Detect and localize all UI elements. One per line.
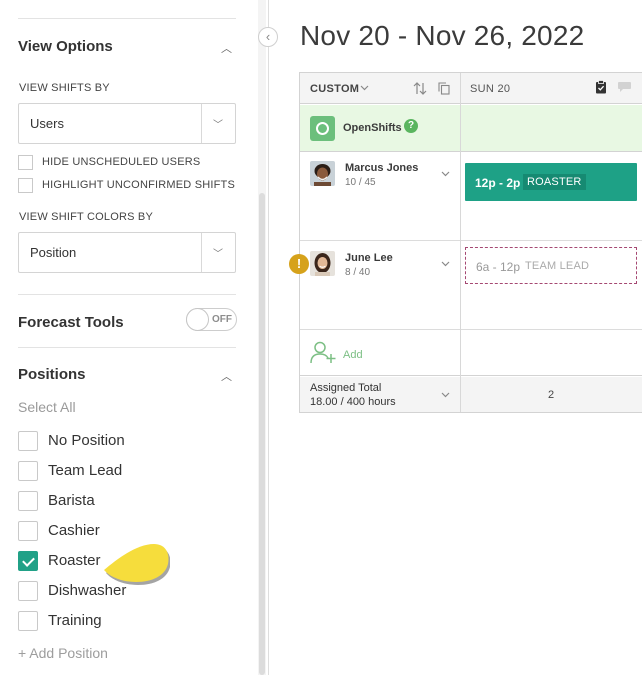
assigned-total-label: Assigned Total bbox=[310, 382, 382, 394]
position-checkbox-checked[interactable] bbox=[18, 551, 38, 571]
position-label: Roaster bbox=[48, 552, 101, 569]
user-hours: 8 / 40 bbox=[345, 267, 371, 278]
toggle-knob bbox=[186, 308, 209, 331]
help-icon[interactable]: ? bbox=[404, 119, 418, 133]
view-options-title: View Options bbox=[18, 38, 113, 55]
add-user-row[interactable]: Add bbox=[300, 330, 642, 376]
chevron-down-icon bbox=[360, 85, 369, 91]
divider bbox=[18, 347, 236, 348]
view-shift-colors-by-label: VIEW SHIFT COLORS BY bbox=[19, 211, 153, 223]
avatar bbox=[310, 251, 335, 276]
select-divider bbox=[201, 104, 202, 143]
highlight-unconfirmed-label: HIGHLIGHT UNCONFIRMED SHIFTS bbox=[42, 179, 236, 191]
position-label: Team Lead bbox=[48, 462, 123, 479]
assigned-total-hours: 18.00 / 400 hours bbox=[310, 396, 396, 408]
warning-icon[interactable]: ! bbox=[289, 254, 309, 274]
add-position-link[interactable]: + Add Position bbox=[18, 645, 108, 661]
column-divider bbox=[460, 73, 461, 412]
shift-position-badge: ROASTER bbox=[523, 174, 586, 190]
toggle-state-label: OFF bbox=[212, 314, 232, 325]
panel-border bbox=[268, 0, 269, 675]
chevron-down-icon[interactable] bbox=[441, 392, 450, 398]
highlight-unconfirmed-checkbox[interactable] bbox=[18, 178, 33, 193]
sort-icon[interactable] bbox=[413, 82, 427, 95]
select-all-link[interactable]: Select All bbox=[18, 399, 76, 415]
user-hours: 10 / 45 bbox=[345, 177, 376, 188]
view-shifts-by-value: Users bbox=[30, 116, 64, 131]
comment-icon[interactable] bbox=[617, 81, 632, 93]
copy-icon[interactable] bbox=[438, 82, 450, 95]
custom-view-header[interactable]: CUSTOM bbox=[300, 73, 460, 104]
openshifts-row[interactable]: OpenShifts ? bbox=[300, 105, 642, 152]
openshifts-label: OpenShifts bbox=[343, 122, 402, 134]
view-shifts-by-label: VIEW SHIFTS BY bbox=[19, 82, 110, 94]
position-checkbox[interactable] bbox=[18, 611, 38, 631]
shift-time: 12p - 2p bbox=[475, 176, 521, 190]
chevron-up-icon[interactable]: ︿ bbox=[221, 368, 232, 384]
position-label: Training bbox=[48, 612, 102, 629]
schedule-grid: CUSTOM SUN 20 OpenShifts ? Marcus Jones … bbox=[289, 72, 642, 413]
divider bbox=[18, 294, 236, 295]
assigned-total-row: Assigned Total 18.00 / 400 hours 2 bbox=[300, 377, 642, 412]
chevron-up-icon[interactable]: ︿ bbox=[221, 40, 232, 56]
table-row: ! June Lee 8 / 40 6a - 12p TEAM LEAD bbox=[289, 242, 642, 330]
table-row: Marcus Jones 10 / 45 12p - 2p ROASTER bbox=[300, 153, 642, 241]
position-checkbox[interactable] bbox=[18, 461, 38, 481]
chevron-left-icon[interactable]: ‹ bbox=[258, 27, 278, 47]
chevron-down-icon[interactable] bbox=[441, 261, 450, 267]
shift-time: 6a - 12p bbox=[476, 260, 521, 274]
position-label: No Position bbox=[48, 432, 125, 449]
forecast-tools-title: Forecast Tools bbox=[18, 314, 124, 331]
hide-unscheduled-label: HIDE UNSCHEDULED USERS bbox=[42, 156, 201, 168]
sidebar: View Options ︿ VIEW SHIFTS BY Users ﹀ HI… bbox=[0, 0, 268, 675]
clipboard-icon[interactable] bbox=[595, 80, 607, 94]
positions-title: Positions bbox=[18, 366, 86, 383]
view-shift-colors-by-value: Position bbox=[30, 245, 77, 260]
position-checkbox[interactable] bbox=[18, 521, 38, 541]
user-name[interactable]: June Lee bbox=[345, 252, 393, 264]
unconfirmed-shift-block[interactable]: 6a - 12p TEAM LEAD bbox=[465, 247, 637, 284]
position-checkbox[interactable] bbox=[18, 491, 38, 511]
date-range-title: Nov 20 - Nov 26, 2022 bbox=[300, 20, 585, 51]
forecast-tools-toggle[interactable]: OFF bbox=[186, 308, 237, 331]
chevron-down-icon[interactable] bbox=[441, 171, 450, 177]
day-label: SUN 20 bbox=[470, 83, 511, 95]
position-checkbox[interactable] bbox=[18, 431, 38, 451]
view-shift-colors-by-select[interactable]: Position ﹀ bbox=[18, 232, 236, 273]
day-total-value: 2 bbox=[548, 389, 555, 401]
view-shifts-by-select[interactable]: Users ﹀ bbox=[18, 103, 236, 144]
sidebar-scrollbar-thumb[interactable] bbox=[259, 193, 265, 675]
day-header-sun[interactable]: SUN 20 bbox=[461, 73, 642, 104]
cursor-highlight-icon bbox=[104, 544, 170, 585]
position-checkbox[interactable] bbox=[18, 581, 38, 601]
add-user-label[interactable]: Add bbox=[343, 349, 363, 361]
position-label: Cashier bbox=[48, 522, 100, 539]
user-name[interactable]: Marcus Jones bbox=[345, 162, 418, 174]
shift-block[interactable]: 12p - 2p ROASTER bbox=[465, 163, 637, 201]
chevron-down-icon: ﹀ bbox=[213, 120, 223, 131]
openshifts-logo-icon bbox=[310, 116, 335, 141]
add-user-icon[interactable] bbox=[310, 340, 337, 364]
select-divider bbox=[201, 233, 202, 272]
shift-position-label: TEAM LEAD bbox=[525, 260, 590, 272]
hide-unscheduled-checkbox[interactable] bbox=[18, 155, 33, 170]
custom-view-label: CUSTOM bbox=[310, 83, 360, 95]
chevron-down-icon: ﹀ bbox=[213, 249, 223, 260]
divider bbox=[18, 18, 236, 19]
avatar bbox=[310, 161, 335, 186]
position-label: Barista bbox=[48, 492, 95, 509]
